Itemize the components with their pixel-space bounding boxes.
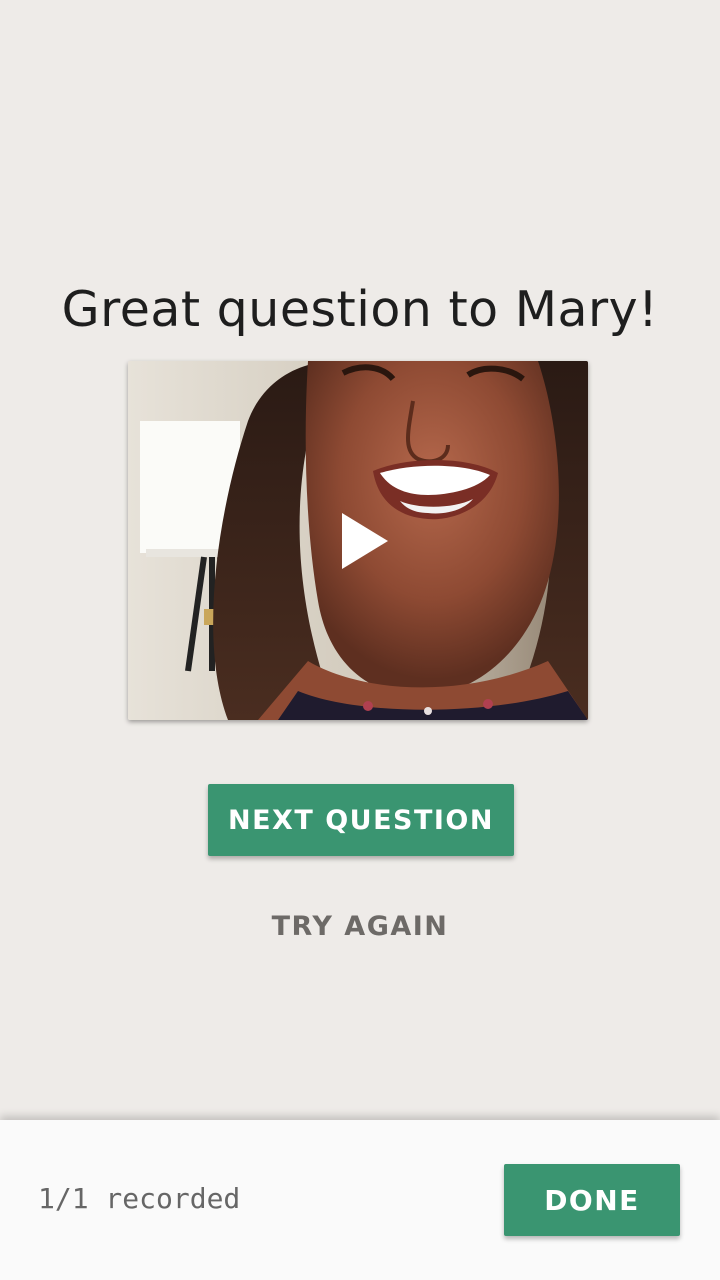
video-thumbnail[interactable] <box>128 361 588 720</box>
bottom-bar: 1/1 recorded DONE <box>0 1120 720 1280</box>
next-question-button[interactable]: NEXT QUESTION <box>208 784 514 856</box>
recorded-status: 1/1 recorded <box>38 1182 241 1215</box>
screen: Great question to Mary! NEXT QUESTION TR… <box>0 0 720 1280</box>
page-title: Great question to Mary! <box>61 280 659 338</box>
play-icon[interactable] <box>342 513 388 569</box>
done-button[interactable]: DONE <box>504 1164 680 1236</box>
try-again-button[interactable]: TRY AGAIN <box>210 900 510 952</box>
